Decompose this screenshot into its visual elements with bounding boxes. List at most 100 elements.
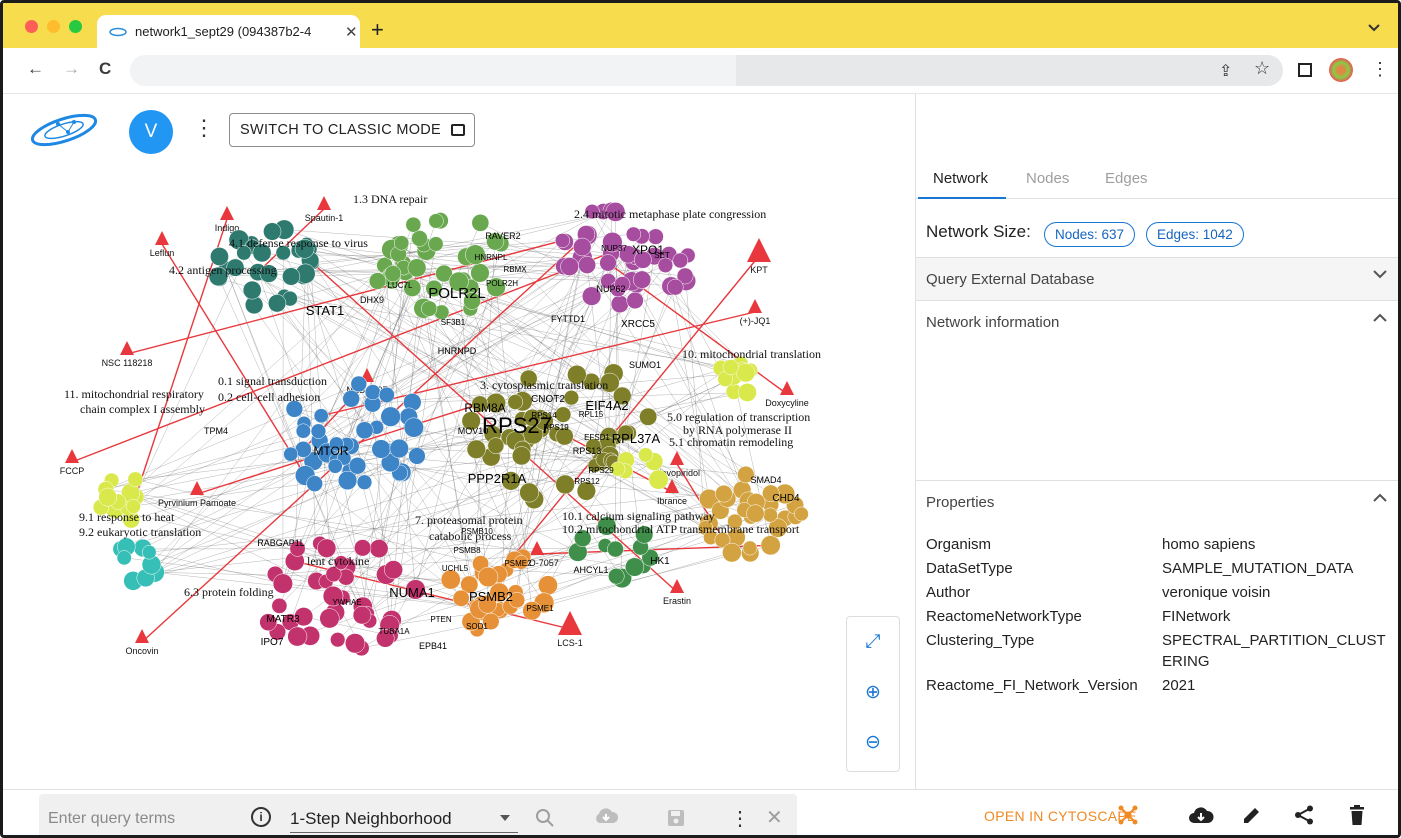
network-edge xyxy=(154,572,451,580)
cluster-label: chain complex I assembly xyxy=(80,402,205,416)
user-avatar[interactable]: V xyxy=(129,110,173,154)
panel-tabs: Network Nodes Edges xyxy=(916,166,1398,199)
info-icon[interactable]: i xyxy=(251,807,271,827)
open-in-cytoscape-button[interactable]: OPEN IN CYTOSCAPE xyxy=(984,808,1137,824)
gene-node xyxy=(428,213,444,229)
drug-label: FCCP xyxy=(60,466,85,476)
gene-node xyxy=(554,406,572,423)
share-icon[interactable]: ⇪ xyxy=(1219,61,1232,81)
cytoscape-logo-icon[interactable] xyxy=(1117,804,1139,826)
hub-gene-label: NUP37 xyxy=(601,244,627,253)
switch-classic-mode-button[interactable]: SWITCH TO CLASSIC MODE xyxy=(229,113,475,147)
hub-gene-label: NUP62 xyxy=(596,284,625,294)
search-icon[interactable] xyxy=(535,808,555,828)
network-graph[interactable]: Spautin-1IndigoLeflunKPT(+)-JQ1NSC 11821… xyxy=(17,168,902,688)
share-network-icon[interactable] xyxy=(1294,805,1314,825)
properties-label: Properties xyxy=(926,493,995,511)
drug-label: Leflun xyxy=(150,248,175,258)
hub-gene-label: XRCC5 xyxy=(621,319,655,330)
minimize-window-icon[interactable] xyxy=(47,20,60,33)
tab-close-icon[interactable]: ✕ xyxy=(345,23,358,41)
hub-gene-label: PSME2 xyxy=(504,559,532,568)
address-bar-field[interactable] xyxy=(130,55,736,86)
gene-node xyxy=(667,278,684,296)
edit-icon[interactable] xyxy=(1242,805,1262,825)
cluster-label: 2.4 mitotic metaphase plate congression xyxy=(574,207,766,221)
browser-window: network1_sept29 (094387b2-4 ✕ + ← → C ⇪ … xyxy=(0,0,1401,838)
save-icon[interactable] xyxy=(666,808,686,828)
download-network-icon[interactable] xyxy=(1188,804,1214,826)
cluster-label: 5.0 regulation of transcription xyxy=(667,410,810,424)
fit-to-screen-icon[interactable]: ⤢ xyxy=(847,631,899,653)
gene-node xyxy=(337,470,358,491)
address-bar[interactable] xyxy=(130,55,1283,86)
hub-gene-label: PPP2R1A xyxy=(468,471,527,486)
gene-node xyxy=(452,589,470,607)
gene-node xyxy=(722,359,739,376)
forward-icon[interactable]: → xyxy=(63,59,80,79)
hub-gene-label: RPS29 xyxy=(588,466,614,475)
gene-node xyxy=(626,291,644,310)
chevron-down-icon xyxy=(1373,270,1387,279)
zoom-out-icon[interactable]: ⊖ xyxy=(847,731,899,754)
gene-node xyxy=(405,216,422,233)
property-value: SPECTRAL_PARTITION_CLUSTERING xyxy=(1162,632,1386,670)
drug-node xyxy=(780,381,794,395)
hub-gene-label: IPO7 xyxy=(261,637,284,648)
tab-search-chevron-icon[interactable] xyxy=(1368,19,1380,35)
more-options-icon[interactable]: ⋮ xyxy=(193,117,215,139)
tab-nodes[interactable]: Nodes xyxy=(1026,170,1069,187)
query-bar: Enter query terms i 1-Step Neighborhood … xyxy=(3,789,1398,835)
hub-gene-label: PSMB8 xyxy=(453,546,481,555)
back-icon[interactable]: ← xyxy=(27,59,44,79)
gene-node xyxy=(511,446,532,466)
delete-icon[interactable] xyxy=(1348,804,1366,826)
close-window-icon[interactable] xyxy=(25,20,38,33)
hub-gene-label: SF3B1 xyxy=(441,318,466,327)
drug-label: Spautin-1 xyxy=(305,213,344,223)
zoom-in-icon[interactable]: ⊕ xyxy=(847,681,899,704)
side-panel-icon[interactable] xyxy=(1298,63,1312,77)
tab-edges[interactable]: Edges xyxy=(1105,170,1148,187)
gene-node xyxy=(389,438,409,459)
gene-node xyxy=(319,608,340,629)
bookmark-star-icon[interactable]: ☆ xyxy=(1254,58,1270,79)
gene-node xyxy=(607,540,624,558)
open-in-window-icon xyxy=(451,124,466,136)
browser-menu-icon[interactable]: ⋮ xyxy=(1371,59,1389,80)
reload-icon[interactable]: C xyxy=(99,59,111,79)
browser-tab[interactable]: network1_sept29 (094387b2-4 ✕ xyxy=(97,15,360,48)
clear-query-icon[interactable]: ✕ xyxy=(766,805,783,830)
property-key: DataSetType xyxy=(926,560,1013,577)
gene-node xyxy=(672,252,689,269)
drug-node xyxy=(120,341,134,355)
network-information-accordion[interactable]: Network information xyxy=(916,300,1398,343)
query-external-database-accordion[interactable]: Query External Database xyxy=(916,257,1398,300)
gene-node xyxy=(242,280,262,300)
cluster-label: 4.1 defense response to virus xyxy=(229,236,368,250)
property-value: FINetwork xyxy=(1162,608,1231,625)
ndex-logo[interactable] xyxy=(28,110,100,150)
hub-gene-label: YWHAE xyxy=(332,598,361,607)
query-input[interactable]: Enter query terms xyxy=(48,810,175,828)
cloud-download-icon[interactable] xyxy=(593,806,619,826)
gene-node xyxy=(384,265,402,282)
hub-gene-label: PTEN xyxy=(430,615,452,624)
search-mode-value: 1-Step Neighborhood xyxy=(290,809,452,828)
gene-node xyxy=(342,390,360,408)
property-value: homo sapiens xyxy=(1162,536,1256,553)
property-row: Clustering_Type SPECTRAL_PARTITION_CLUSTE… xyxy=(926,630,1396,672)
drug-label: (+)-JQ1 xyxy=(740,316,771,326)
gene-node xyxy=(282,267,301,286)
chevron-up-icon xyxy=(1373,313,1387,322)
gene-node xyxy=(487,437,505,455)
tab-network[interactable]: Network xyxy=(933,170,988,187)
network-edge xyxy=(135,243,252,497)
profile-avatar-icon[interactable] xyxy=(1329,58,1353,82)
search-mode-select[interactable]: 1-Step Neighborhood xyxy=(290,803,518,833)
maximize-window-icon[interactable] xyxy=(69,20,82,33)
properties-accordion[interactable]: Properties xyxy=(916,480,1398,523)
drug-label: Ibrance xyxy=(657,496,687,506)
query-options-icon[interactable]: ⋮ xyxy=(730,806,750,831)
new-tab-button[interactable]: + xyxy=(371,17,384,43)
